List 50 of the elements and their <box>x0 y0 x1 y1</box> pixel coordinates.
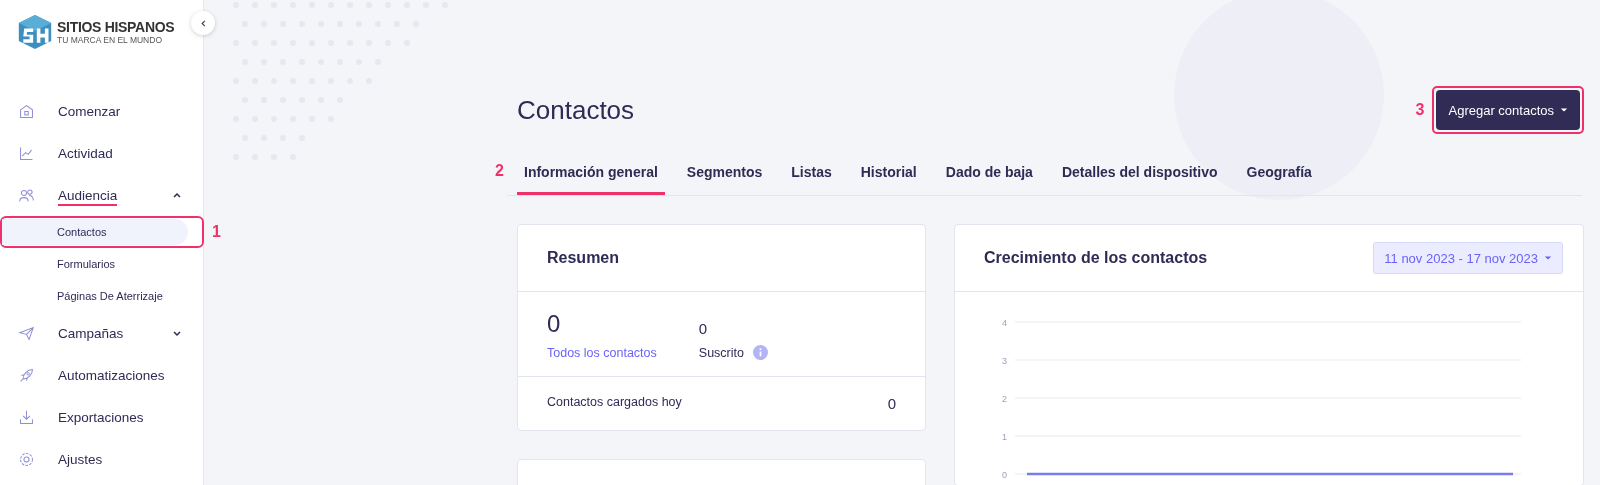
tab[interactable]: Detalles del dispositivo <box>1054 152 1225 195</box>
page-title: Contactos <box>517 94 635 126</box>
callout-number: 3 <box>1415 101 1425 119</box>
today-value: 0 <box>887 395 896 412</box>
nav-item[interactable]: Automatizaciones <box>58 364 165 386</box>
card-title: Crecimiento de los contactos <box>984 249 1208 267</box>
y-tick-label: 2 <box>1002 393 1007 404</box>
nav-item[interactable]: Campañas <box>58 322 124 344</box>
nav-subitem[interactable]: Contactos <box>2 219 188 245</box>
paper-plane-icon <box>18 324 35 342</box>
caret-icon <box>1560 106 1568 114</box>
y-tick-label: 0 <box>1002 469 1007 480</box>
tab[interactable]: Geografía <box>1239 152 1319 195</box>
card-title: Resumen <box>547 249 620 267</box>
callout-number: 2 <box>495 162 504 180</box>
nav-subitem[interactable]: Páginas De Aterrizaje <box>2 283 188 309</box>
nav-item[interactable]: Exportaciones <box>58 406 144 428</box>
users-icon <box>18 186 35 204</box>
today-label: Contactos cargados hoy <box>547 395 682 411</box>
rocket-icon <box>18 366 35 384</box>
nav-subitem[interactable]: Formularios <box>2 251 188 277</box>
nav-item[interactable]: Audiencia <box>58 184 118 206</box>
tab[interactable]: Información general <box>517 152 665 195</box>
chevron-icon[interactable] <box>172 328 182 338</box>
tab[interactable]: Historial <box>853 152 924 195</box>
nav-item[interactable]: Actividad <box>58 142 113 164</box>
nav-item[interactable]: Comenzar <box>58 100 121 122</box>
y-tick-label: 1 <box>1002 431 1007 442</box>
add-contacts-button[interactable]: Agregar contactos <box>1436 90 1580 130</box>
y-tick-label: 4 <box>1002 317 1007 328</box>
nav-item[interactable]: Ajustes <box>58 448 103 470</box>
y-tick-label: 3 <box>1002 355 1007 366</box>
download-icon <box>18 408 35 426</box>
chevron-left-icon <box>198 18 208 28</box>
brand-tagline: TU MARCA EN EL MUNDO <box>57 35 163 45</box>
date-range-dropdown[interactable]: 11 nov 2023 - 17 nov 2023 <box>1373 242 1563 274</box>
home-icon <box>18 102 35 120</box>
logo-icon <box>17 12 53 52</box>
stat-value: 0 <box>698 320 709 337</box>
callout-number: 1 <box>212 223 221 241</box>
tab[interactable]: Dado de baja <box>938 152 1040 195</box>
brand-name: SITIOS HISPANOS <box>57 19 175 35</box>
settings-icon <box>18 450 35 468</box>
stat-label: Suscrito <box>698 345 744 360</box>
tab[interactable]: Listas <box>784 152 839 195</box>
all-contacts-link[interactable]: Todos los contactos <box>547 346 657 360</box>
caret-icon <box>1544 254 1552 262</box>
tab[interactable]: Segmentos <box>679 152 770 195</box>
stat-value: 0 <box>547 310 562 338</box>
chevron-icon[interactable] <box>172 190 182 200</box>
